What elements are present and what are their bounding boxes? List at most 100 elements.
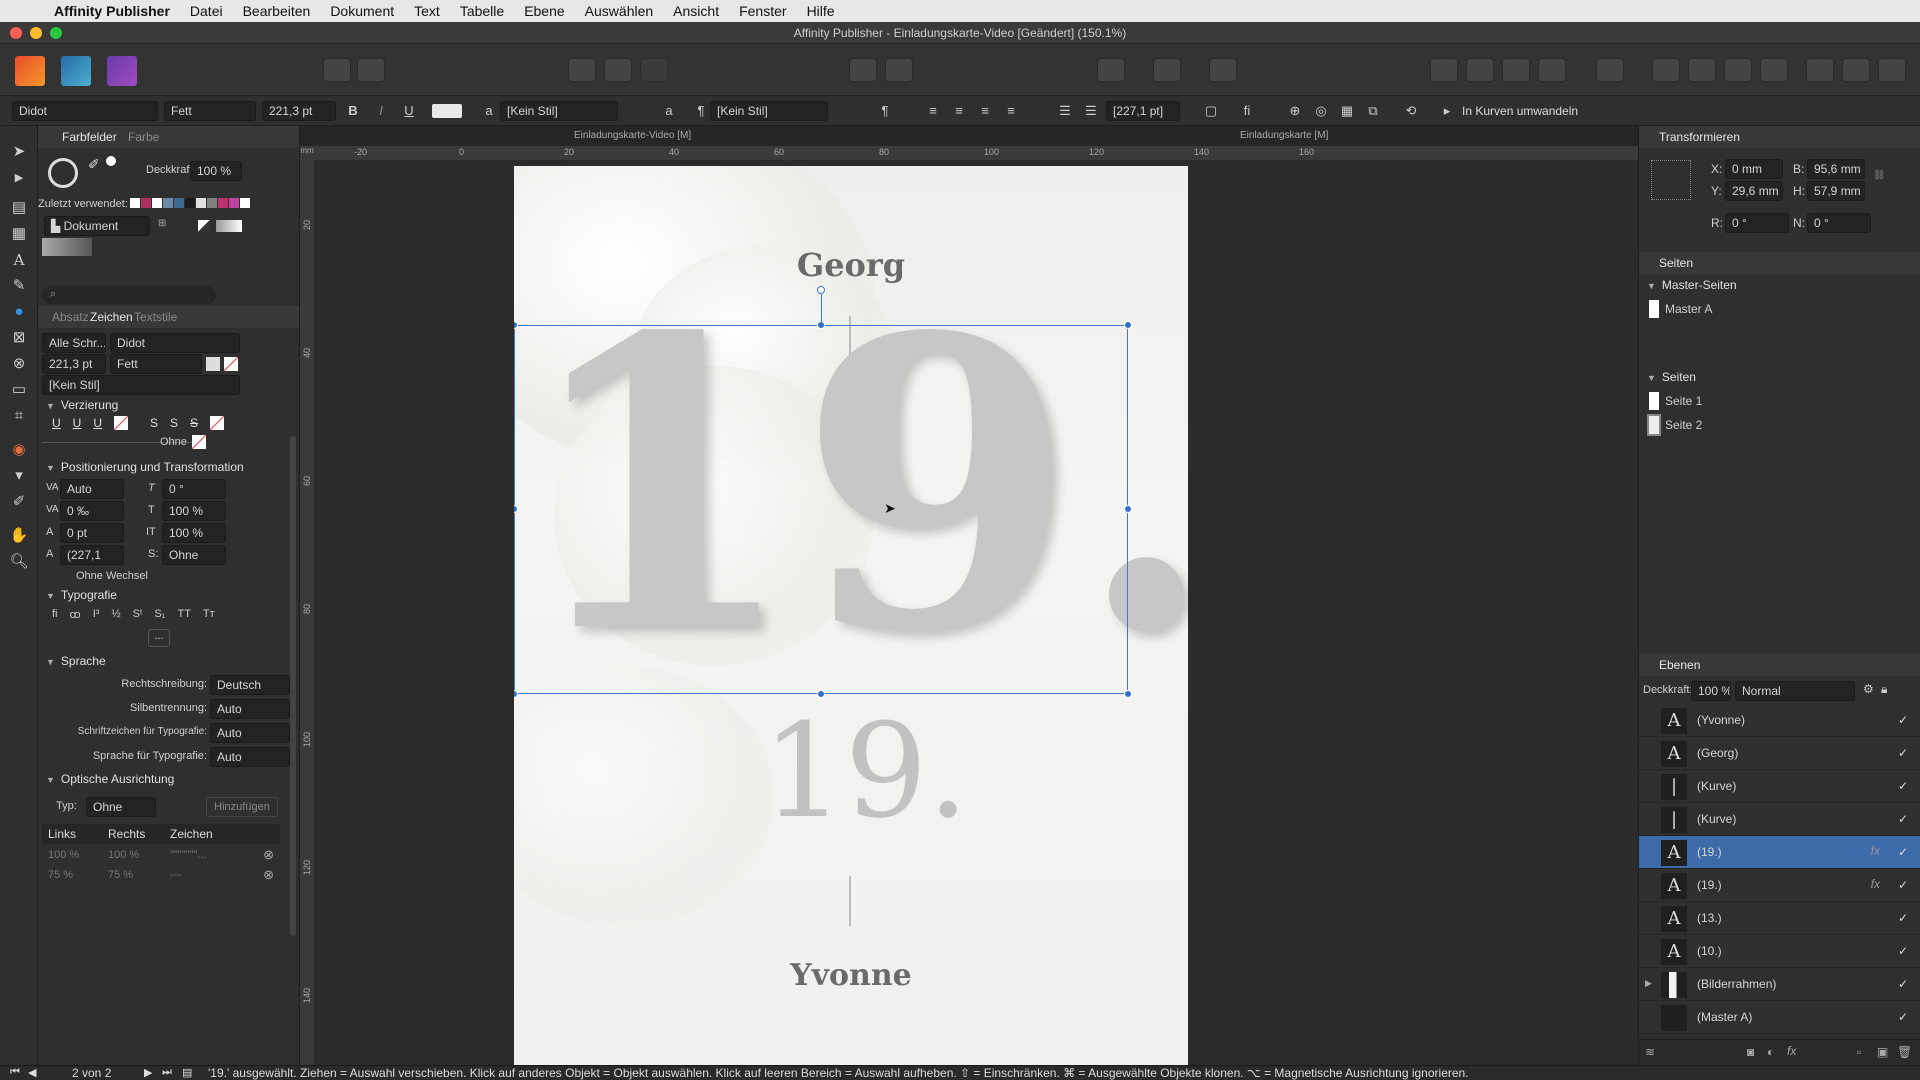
rotate-left-icon[interactable] (1724, 58, 1752, 82)
gray-swatch[interactable] (42, 238, 92, 256)
align-right-icon[interactable]: ≡ (974, 101, 996, 121)
recent-color-swatch[interactable] (130, 198, 140, 208)
first-page-icon[interactable]: ⏮ (10, 1066, 20, 1079)
optical-add-button[interactable]: Hinzufügen (206, 797, 278, 817)
kerning-field[interactable]: Auto (60, 479, 124, 499)
recent-color-swatch[interactable] (218, 198, 228, 208)
align-left-icon[interactable]: ≡ (922, 101, 944, 121)
layer-visibility-checkbox[interactable]: ✓ (1898, 779, 1908, 793)
pen-tool-icon[interactable]: ✎ (9, 276, 29, 296)
tracking-field[interactable]: 0 ‰ (60, 501, 124, 521)
divider-line-bottom[interactable] (849, 876, 851, 926)
preflight-icon[interactable] (568, 58, 596, 82)
menu-tabelle[interactable]: Tabelle (460, 3, 504, 19)
layer-row[interactable]: | (Kurve) ✓ (1639, 770, 1920, 803)
pilcrow-button[interactable]: ¶ (874, 101, 896, 121)
gradient-swatch[interactable] (216, 220, 242, 232)
optical-type-select[interactable]: Ohne (86, 797, 156, 817)
none-swatch[interactable] (198, 220, 210, 232)
typography-more-button[interactable]: ... (148, 629, 170, 647)
layer-row[interactable]: (Master A) ✓ (1639, 1001, 1920, 1034)
arrange-back-icon[interactable] (1538, 58, 1566, 82)
crop-tool-icon[interactable]: ⌗ (9, 406, 29, 426)
convert-to-curves-button[interactable]: In Kurven umwandeln (1462, 104, 1578, 118)
adjustment-icon[interactable]: ◐ (1767, 1045, 1774, 1059)
pin-icon[interactable] (849, 58, 877, 82)
recent-color-swatch[interactable] (152, 198, 162, 208)
menu-datei[interactable]: Datei (190, 3, 223, 19)
paragraph-style-select[interactable]: [Kein Stil] (710, 101, 828, 121)
arrange-front-icon[interactable] (1430, 58, 1458, 82)
noise-icon[interactable] (106, 156, 116, 166)
panel-char-style-select[interactable]: [Kein Stil] (42, 375, 240, 395)
layer-visibility-checkbox[interactable]: ✓ (1898, 812, 1908, 826)
panel-font-size-field[interactable]: 221,3 pt (42, 354, 106, 374)
layer-visibility-checkbox[interactable]: ✓ (1898, 746, 1908, 760)
name-yvonne[interactable]: Yvonne (514, 958, 1188, 993)
layer-visibility-checkbox[interactable]: ✓ (1898, 878, 1908, 892)
shear-angle-field[interactable]: 0 ° (1807, 213, 1871, 233)
discretionary-ligature-button[interactable]: ꝏ (70, 608, 81, 621)
blend-mode-select[interactable]: Normal (1735, 681, 1855, 701)
resize-handle[interactable] (514, 690, 518, 698)
layer-fx-icon[interactable]: fx (1871, 844, 1880, 858)
panel-highlight-swatch[interactable] (224, 357, 238, 371)
rotate-handle[interactable] (817, 286, 825, 294)
recent-color-swatch[interactable] (240, 198, 250, 208)
menu-ansicht[interactable]: Ansicht (673, 3, 719, 19)
tab-absatz[interactable]: Absatz (52, 310, 89, 324)
menu-dokument[interactable]: Dokument (330, 3, 394, 19)
boolean-subtract-icon[interactable] (1842, 58, 1870, 82)
resize-handle[interactable] (817, 690, 825, 698)
bleed-icon[interactable] (640, 58, 668, 82)
flip-horizontal-icon[interactable] (1652, 58, 1680, 82)
recent-color-swatch[interactable] (185, 198, 195, 208)
y-field[interactable]: 29,6 mm (1725, 181, 1783, 201)
last-page-icon[interactable]: ⏭ (162, 1066, 172, 1079)
preflight-status-icon[interactable]: ▤ (182, 1066, 192, 1079)
page-thumbnail[interactable] (1647, 414, 1661, 436)
snapping-magnet-icon[interactable] (1209, 58, 1237, 82)
section-positionierung[interactable]: Positionierung und Transformation (38, 460, 299, 480)
page-indicator[interactable]: 2 von 2 (72, 1066, 111, 1080)
page-thumbnail[interactable] (1649, 392, 1659, 410)
fx-icon[interactable]: fx (1787, 1044, 1796, 1058)
date-small-19[interactable]: 19. (762, 706, 969, 836)
layer-row[interactable]: | (Kurve) ✓ (1639, 803, 1920, 836)
baseline-field[interactable]: 0 pt (60, 523, 124, 543)
swatch-search-input[interactable]: ⌕ (42, 286, 216, 304)
palette-select[interactable]: ▙ Dokument (44, 216, 150, 236)
section-optische-ausrichtung[interactable]: Optische Ausrichtung (38, 772, 299, 792)
target-icon[interactable]: ⊕ (1284, 101, 1306, 121)
pages-header[interactable]: Seiten (1639, 370, 1920, 390)
table-tool-icon[interactable]: ▦ (9, 224, 29, 244)
publisher-persona-icon[interactable] (107, 56, 137, 86)
grid-icon[interactable]: ▦ (1336, 101, 1358, 121)
recent-color-swatch[interactable] (229, 198, 239, 208)
font-size-field[interactable]: 221,3 pt (262, 101, 336, 121)
align-center-icon[interactable]: ≡ (948, 101, 970, 121)
menu-fenster[interactable]: Fenster (739, 3, 786, 19)
glyph-language-select[interactable]: Auto (210, 723, 290, 743)
ligature-button[interactable]: ﬁ (52, 608, 58, 621)
resize-handle[interactable] (1124, 505, 1132, 513)
resize-handle[interactable] (1124, 690, 1132, 698)
layers-panel-title[interactable]: Ebenen (1639, 654, 1920, 676)
tab-textstile[interactable]: Textstile (134, 310, 177, 324)
strike-custom-button[interactable]: S (190, 416, 198, 430)
justify-icon[interactable]: ≡ (1000, 101, 1022, 121)
crop-icon[interactable]: ⧉ (1362, 101, 1384, 121)
menu-auswaehlen[interactable]: Auswählen (585, 3, 654, 19)
resize-handle[interactable] (1124, 321, 1132, 329)
tab-farbe[interactable]: Farbe (128, 130, 159, 144)
visibility-icon[interactable]: ◎ (1310, 101, 1332, 121)
layer-row[interactable]: A (19.) fx ✓ (1639, 836, 1920, 869)
layer-row[interactable]: A (Yvonne) ✓ (1639, 704, 1920, 737)
underline-single-button[interactable]: U (52, 416, 61, 430)
recent-color-swatch[interactable] (141, 198, 151, 208)
panel-text-color-swatch[interactable] (206, 357, 220, 371)
baseline-grid-icon[interactable] (1153, 58, 1181, 82)
transform-icon[interactable]: ⟲ (1400, 101, 1422, 121)
boolean-add-icon[interactable] (1806, 58, 1834, 82)
align-icon[interactable] (1596, 58, 1624, 82)
